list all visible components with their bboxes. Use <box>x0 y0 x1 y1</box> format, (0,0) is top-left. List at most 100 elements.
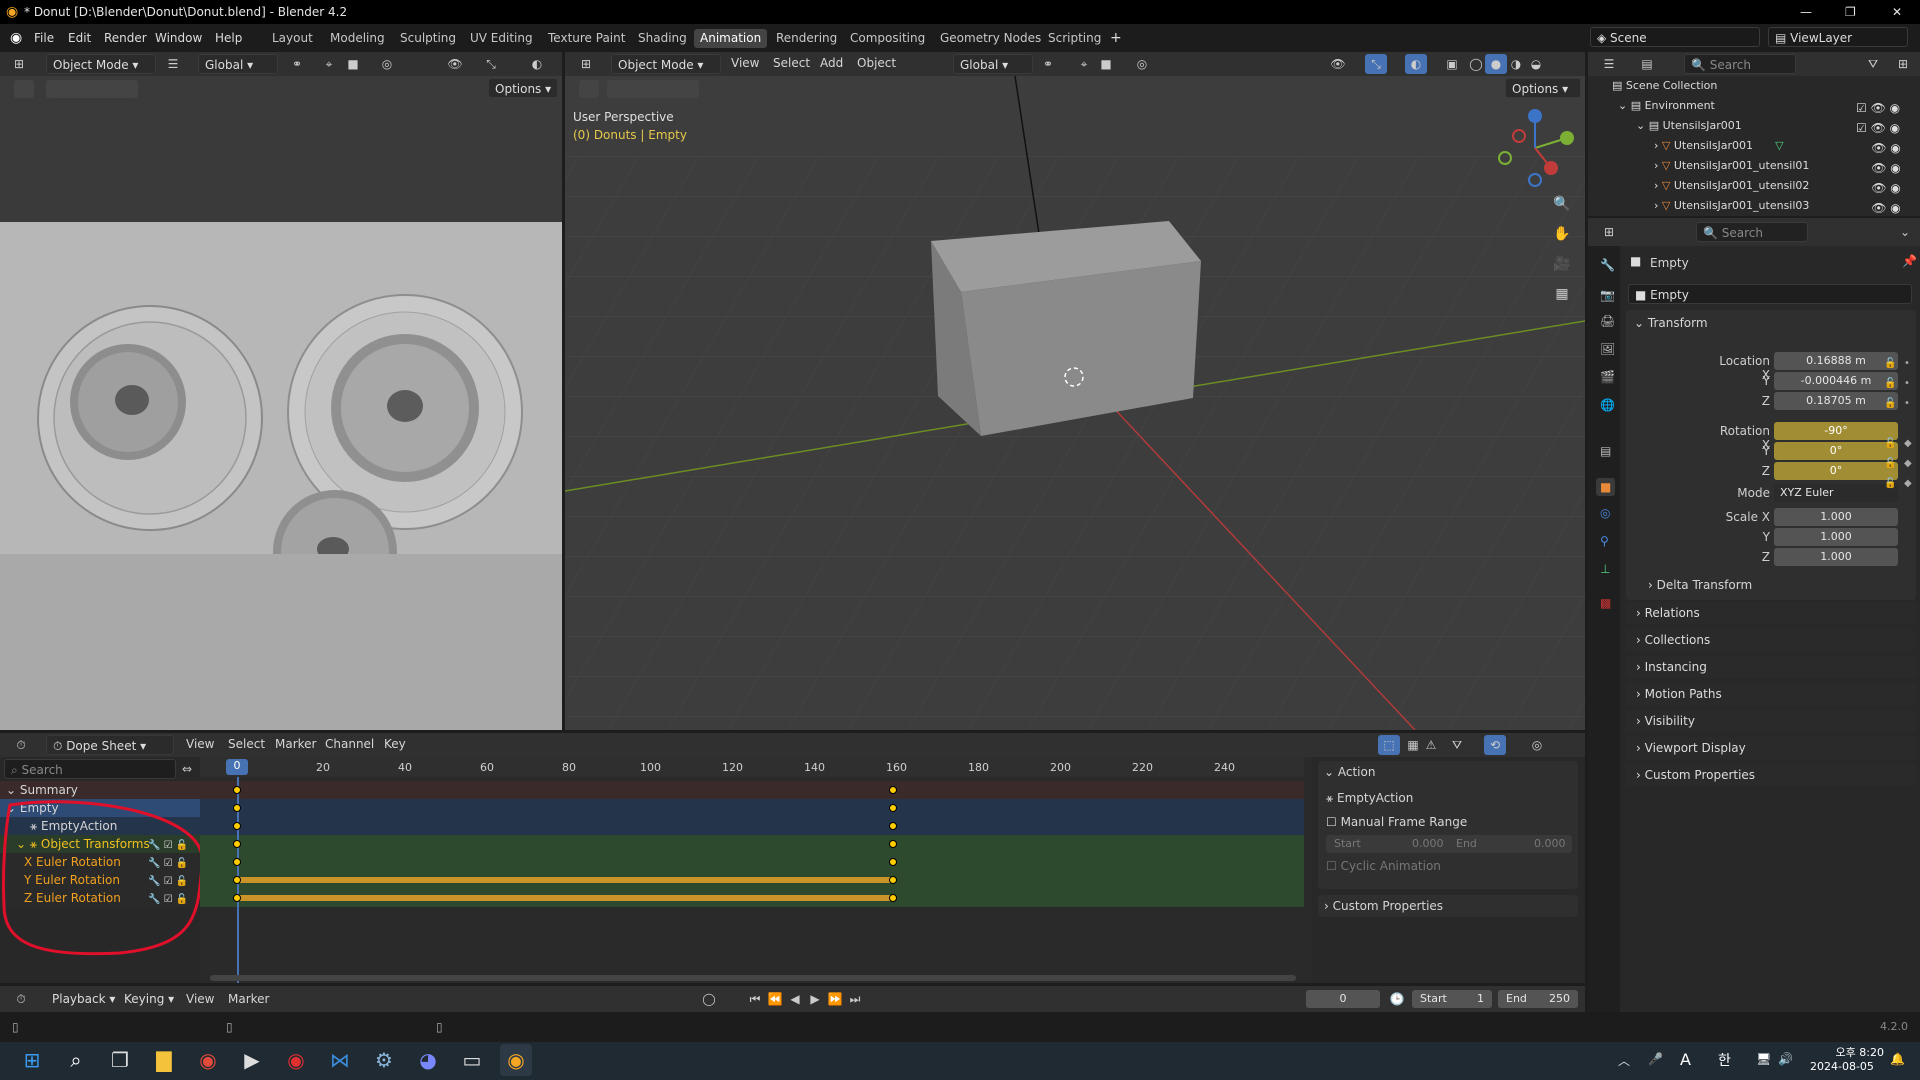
snapping-icon[interactable]: ⟲ <box>1484 735 1506 755</box>
collections-panel[interactable]: › Collections <box>1626 629 1916 651</box>
output-tab-icon[interactable]: 🖨 <box>1600 314 1615 328</box>
steam-icon[interactable]: ⚙ <box>368 1044 400 1076</box>
terminal-icon[interactable]: ▭ <box>456 1044 488 1076</box>
location-z-field[interactable]: 0.18705 m <box>1774 392 1898 410</box>
ds-filter-icon[interactable]: ⛛ <box>1446 735 1468 755</box>
outliner-row[interactable]: ▤ Scene Collection <box>1612 76 1717 96</box>
tab-geometry-nodes[interactable]: Geometry Nodes <box>934 29 1047 48</box>
main-visibility-icon[interactable]: 👁 <box>1327 54 1349 74</box>
texture-tab-icon[interactable]: ▩ <box>1600 596 1611 610</box>
rotation-mode-dropdown[interactable]: XYZ Euler <box>1774 484 1898 502</box>
start-icon[interactable]: ⊞ <box>16 1044 48 1076</box>
menu-help[interactable]: Help <box>215 24 242 52</box>
keyframe[interactable] <box>889 858 897 866</box>
lock-icons[interactable]: 🔓 🔓 🔓 🔓 🔓 🔓 <box>1884 354 1900 494</box>
tab-shading[interactable]: Shading <box>632 29 693 48</box>
zoom-icon[interactable]: 🔍 <box>1551 194 1573 214</box>
keyframe[interactable] <box>233 858 241 866</box>
youtube-music-icon[interactable]: ◉ <box>280 1044 312 1076</box>
expand-icon[interactable]: ⌄ <box>1618 99 1631 112</box>
keyframe[interactable] <box>889 804 897 812</box>
location-y-field[interactable]: -0.000446 m <box>1774 372 1898 390</box>
dopesheet-mode-dropdown[interactable]: ⏱ Dope Sheet ▾ <box>46 735 174 755</box>
maximize-icon[interactable]: ❐ <box>1845 0 1856 24</box>
chrome-icon[interactable]: ◉ <box>192 1044 224 1076</box>
start-frame-field[interactable]: Start 1 <box>1412 990 1492 1008</box>
main-editor-type-icon[interactable]: ⊞ <box>575 54 597 74</box>
outliner-row[interactable]: ⌄ ▤ UtensilsJar001 <box>1636 116 1742 136</box>
cyclic-animation-checkbox[interactable]: ☐ Cyclic Animation <box>1326 859 1441 873</box>
main-menu-select[interactable]: Select <box>773 56 810 70</box>
proportional-icon[interactable]: ◎ <box>376 54 398 74</box>
instancing-panel[interactable]: › Instancing <box>1626 656 1916 678</box>
outliner-row[interactable]: › ▽ UtensilsJar001 ▽ <box>1654 136 1784 156</box>
end-frame-field[interactable]: End 250 <box>1498 990 1578 1008</box>
ds-menu-view[interactable]: View <box>186 737 214 751</box>
keying-menu[interactable]: Keying ▾ <box>118 989 178 1009</box>
collection-tab-icon[interactable]: ▤ <box>1600 444 1611 458</box>
main-menu-add[interactable]: Add <box>820 56 843 70</box>
keyframe[interactable] <box>889 786 897 794</box>
main-proportional-icon[interactable]: ◎ <box>1131 54 1153 74</box>
expand-icon[interactable]: › <box>1654 139 1662 152</box>
snap-icon[interactable]: ⌖ <box>318 54 340 74</box>
left-camera-viewport[interactable]: Options ▾ <box>0 76 562 730</box>
expand-icon[interactable]: › <box>1654 199 1662 212</box>
volume-icon[interactable]: 🔊 <box>1778 1052 1793 1066</box>
play-reverse-icon[interactable]: ◀ <box>784 989 806 1009</box>
action-custom-properties-panel[interactable]: › Custom Properties <box>1318 895 1578 917</box>
display-mode-icon[interactable]: ▤ <box>1636 54 1658 74</box>
ds-menu-marker[interactable]: Marker <box>275 737 316 751</box>
language-indicator[interactable]: A <box>1680 1050 1691 1069</box>
network-icon[interactable]: 🖥 <box>1756 1052 1771 1066</box>
main-3d-viewport[interactable]: Options ▾ User Perspective (0) Donuts | … <box>565 76 1585 730</box>
prev-keyframe-icon[interactable]: ⏪ <box>764 989 786 1009</box>
tab-compositing[interactable]: Compositing <box>844 29 931 48</box>
add-workspace-icon[interactable]: + <box>1110 24 1122 52</box>
transform-panel-title[interactable]: ⌄ Transform <box>1634 316 1708 330</box>
close-icon[interactable]: ✕ <box>1892 0 1902 24</box>
horizontal-scrollbar[interactable] <box>210 975 1296 981</box>
gizmo-icon[interactable]: ⤡ <box>480 54 502 74</box>
location-x-field[interactable]: 0.16888 m <box>1774 352 1898 370</box>
main-menu-view[interactable]: View <box>731 56 759 70</box>
scene-selector[interactable]: ◈ Scene <box>1590 27 1760 47</box>
visibility-icon[interactable]: 👁 <box>444 54 466 74</box>
world-tab-icon[interactable]: 🌐 <box>1600 398 1615 412</box>
xray-icon[interactable]: ▣ <box>1441 54 1463 74</box>
jump-start-icon[interactable]: ⏮ <box>744 989 766 1009</box>
scene-tab-icon[interactable]: 🎬 <box>1600 370 1615 384</box>
filter-icon[interactable]: ⛛ <box>1862 54 1884 74</box>
main-select-tool-icon[interactable] <box>579 80 599 98</box>
errors-icon[interactable]: ⚠ <box>1420 735 1442 755</box>
ds-proportional-icon[interactable]: ◎ <box>1526 735 1548 755</box>
rendered-shading-icon[interactable]: ◒ <box>1525 54 1547 74</box>
play-icon[interactable]: ▶ <box>804 989 826 1009</box>
perspective-toggle-icon[interactable]: ▦ <box>1551 284 1573 304</box>
menu-window[interactable]: Window <box>155 24 202 52</box>
tab-layout[interactable]: Layout <box>266 29 319 48</box>
keyframe[interactable] <box>889 840 897 848</box>
rotation-x-field[interactable]: -90° <box>1774 422 1898 440</box>
new-collection-icon[interactable]: ⊞ <box>1892 54 1914 74</box>
relations-panel[interactable]: › Relations <box>1626 602 1916 624</box>
next-keyframe-icon[interactable]: ⏩ <box>824 989 846 1009</box>
keyframe[interactable] <box>233 822 241 830</box>
main-gizmo-icon[interactable]: ⤡ <box>1365 54 1387 74</box>
outliner-row[interactable]: › ▽ UtensilsJar001_utensil01 <box>1654 156 1809 176</box>
solid-shading-icon[interactable]: ● <box>1485 54 1507 74</box>
tray-chevron-icon[interactable]: ︿ <box>1618 1052 1630 1069</box>
keyframe[interactable] <box>233 876 241 884</box>
keyframe[interactable] <box>889 822 897 830</box>
rotation-z-field[interactable]: 0° <box>1774 462 1898 480</box>
properties-options-icon[interactable]: ⌄ <box>1894 222 1916 242</box>
tab-rendering[interactable]: Rendering <box>770 29 843 48</box>
pan-hand-icon[interactable]: ✋ <box>1551 224 1573 244</box>
navigation-gizmo[interactable] <box>1495 108 1575 188</box>
left-orientation-dropdown[interactable]: Global ▾ <box>198 54 278 74</box>
data-tab-icon[interactable]: ⊥ <box>1600 562 1610 576</box>
visibility-panel[interactable]: › Visibility <box>1626 710 1916 732</box>
render-tab-icon[interactable]: 📷 <box>1600 288 1615 302</box>
delta-transform-section[interactable]: › Delta Transform <box>1648 578 1752 592</box>
visual-studio-icon[interactable]: ⋈ <box>324 1044 356 1076</box>
